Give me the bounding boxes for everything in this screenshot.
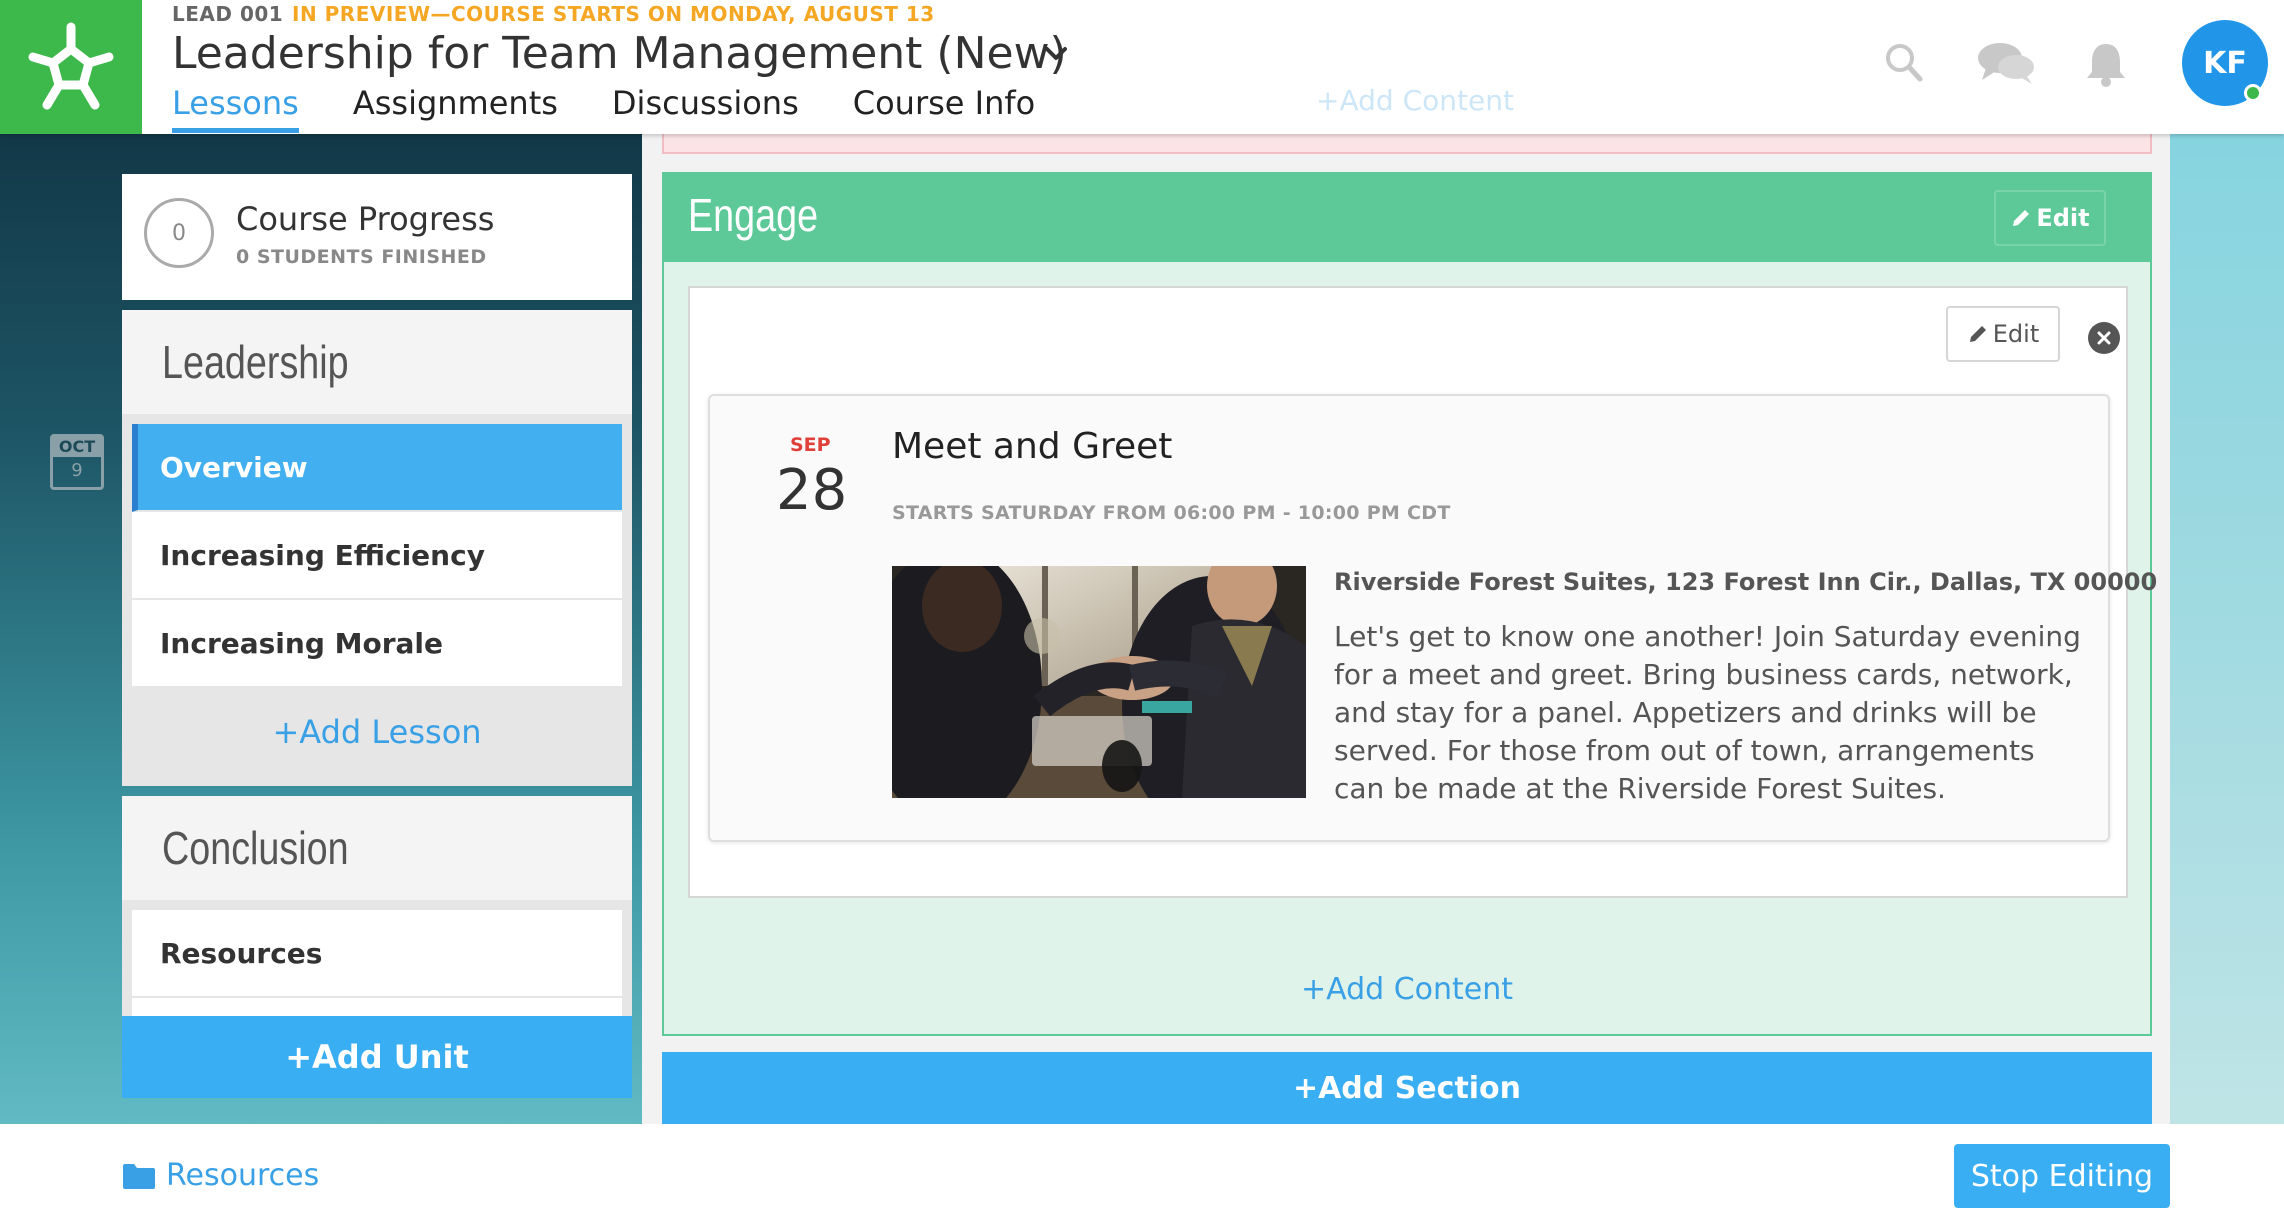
- lesson-increasing-efficiency[interactable]: Increasing Efficiency: [132, 512, 622, 600]
- close-icon[interactable]: [2088, 322, 2120, 354]
- event-description: Let's get to know one another! Join Satu…: [1334, 620, 2081, 805]
- resources-link[interactable]: Resources: [122, 1158, 319, 1193]
- course-nav-tabs: Lessons Assignments Discussions Course I…: [172, 84, 1089, 133]
- section-edit-button[interactable]: Edit: [1994, 190, 2106, 246]
- top-header: LEAD 001 IN PREVIEW—COURSE STARTS ON MON…: [0, 0, 2284, 134]
- calendar-date-badge: OCT 9: [50, 434, 104, 490]
- chevron-down-icon[interactable]: [1042, 40, 1070, 68]
- handshake-photo: [892, 566, 1306, 798]
- calendar-day: 9: [71, 460, 83, 481]
- star-logo-icon: [28, 22, 114, 110]
- footer-bar: Resources Stop Editing: [0, 1124, 2284, 1226]
- preview-banner: IN PREVIEW—COURSE STARTS ON MONDAY, AUGU…: [292, 2, 935, 26]
- course-code: LEAD 001: [172, 2, 284, 26]
- event-card[interactable]: SEP 28 Meet and Greet STARTS SATURDAY FR…: [708, 394, 2157, 842]
- folder-icon: [123, 1163, 155, 1189]
- previous-section-strip: [662, 134, 2152, 154]
- stop-editing-button[interactable]: Stop Editing: [1954, 1144, 2170, 1208]
- content-edit-button[interactable]: Edit: [1946, 306, 2060, 362]
- search-icon[interactable]: [1884, 40, 1924, 84]
- event-title: Meet and Greet: [892, 426, 1173, 467]
- brand-logo[interactable]: [0, 0, 142, 134]
- section-header: Engage Edit: [664, 174, 2150, 262]
- event-month: SEP: [790, 434, 831, 456]
- progress-ring: 0: [144, 198, 214, 268]
- progress-title: Course Progress: [236, 200, 495, 238]
- add-section-button[interactable]: +Add Section: [662, 1052, 2152, 1124]
- course-title[interactable]: Leadership for Team Management (New): [172, 28, 1067, 79]
- chat-icon[interactable]: [1976, 40, 2036, 86]
- tab-lessons[interactable]: Lessons: [172, 84, 299, 133]
- unit-title-text: Conclusion: [162, 822, 349, 874]
- add-content-button[interactable]: +Add Content: [664, 972, 2150, 1007]
- event-photo: [892, 566, 1306, 798]
- content-edit-label: Edit: [1992, 320, 2040, 348]
- background-right: [2170, 0, 2284, 1124]
- lesson-resources[interactable]: Resources: [132, 910, 622, 998]
- calendar-month: OCT: [53, 437, 101, 457]
- unit-title[interactable]: Leadership: [122, 310, 632, 414]
- lesson-overview[interactable]: Overview: [132, 424, 622, 512]
- event-location: Riverside Forest Suites, 123 Forest Inn …: [1334, 568, 2158, 596]
- tab-assignments[interactable]: Assignments: [353, 84, 558, 133]
- lesson-partial: [132, 998, 622, 1016]
- section-title-text: Engage: [688, 189, 819, 241]
- event-time: STARTS SATURDAY FROM 06:00 PM - 10:00 PM…: [892, 502, 1451, 524]
- section-title: Engage: [688, 188, 847, 242]
- add-lesson-button[interactable]: +Add Lesson: [122, 688, 632, 776]
- bell-icon[interactable]: [2084, 40, 2128, 88]
- x-icon: [2097, 331, 2111, 345]
- resources-label: Resources: [166, 1158, 320, 1193]
- progress-subtitle: 0 STUDENTS FINISHED: [236, 246, 487, 268]
- pencil-icon: [1969, 326, 1986, 342]
- tab-course-info[interactable]: Course Info: [853, 84, 1035, 133]
- add-unit-button[interactable]: +Add Unit: [122, 1016, 632, 1098]
- unit-title[interactable]: Conclusion: [122, 796, 632, 900]
- event-day: 28: [776, 458, 848, 523]
- pencil-icon: [2013, 210, 2030, 226]
- section-edit-label: Edit: [2036, 204, 2090, 232]
- online-status-dot: [2244, 84, 2262, 102]
- content-item: Edit SEP 28 Meet and Greet STARTS SATURD…: [688, 286, 2157, 898]
- unit-conclusion: Conclusion Resources: [122, 796, 632, 1016]
- section-engage: Engage Edit Edit SEP 28 Meet and Greet S…: [662, 172, 2157, 1036]
- unit-leadership: Leadership Overview Increasing Efficienc…: [122, 310, 632, 786]
- course-progress-card: 0 Course Progress 0 STUDENTS FINISHED: [122, 174, 632, 300]
- lesson-increasing-morale[interactable]: Increasing Morale: [132, 600, 622, 688]
- unit-title-text: Leadership: [162, 336, 349, 388]
- faded-add-content: +Add Content: [1316, 84, 1514, 117]
- tab-discussions[interactable]: Discussions: [612, 84, 799, 133]
